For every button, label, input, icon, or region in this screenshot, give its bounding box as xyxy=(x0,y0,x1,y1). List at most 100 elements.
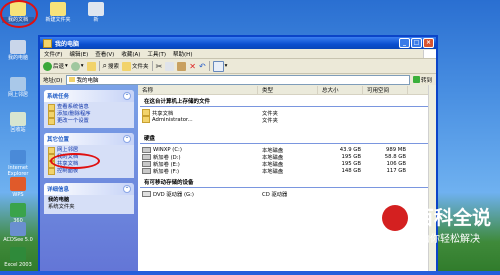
toolbar: 后退 ▾ ▾ ⌕ 搜索 文件夹 ✂ ✕ ↶ ▾ xyxy=(40,59,436,74)
watermark-subtitle: 助你轻松解决 xyxy=(420,234,480,245)
menu-bar: 文件(F) 编辑(E) 查看(V) 收藏(A) 工具(T) 帮助(H) xyxy=(40,49,436,59)
group-header-hard-drives: 硬盘 xyxy=(140,133,434,144)
up-button[interactable] xyxy=(86,61,96,71)
highlight-ellipse xyxy=(0,0,38,28)
desktop-icon-excel[interactable]: Excel 2003 xyxy=(2,247,34,268)
address-input[interactable]: 我的电脑 xyxy=(65,74,410,85)
other-places-panel: 其它位置 ^ 网上邻居 我的文档 共享文档 控制面板 xyxy=(44,133,134,178)
go-button[interactable]: 转到 xyxy=(412,76,432,84)
close-button[interactable]: × xyxy=(423,38,434,48)
window-title: 我的电脑 xyxy=(55,40,80,48)
folder-icon xyxy=(50,2,66,16)
minimize-button[interactable]: _ xyxy=(399,38,410,48)
panel-header[interactable]: 其它位置 ^ xyxy=(44,133,134,145)
search-icon: ⌕ xyxy=(102,61,108,70)
column-free-space[interactable]: 可用空间 xyxy=(363,85,408,94)
menu-favorites[interactable]: 收藏(A) xyxy=(121,50,140,58)
menu-help[interactable]: 帮助(H) xyxy=(173,50,192,58)
collapse-icon[interactable]: ^ xyxy=(123,185,131,193)
internet-explorer-icon xyxy=(10,150,26,164)
paste-button[interactable] xyxy=(177,61,187,71)
details-name: 我的电脑 xyxy=(48,197,70,203)
place-network[interactable]: 网上邻居 xyxy=(48,147,130,154)
desktop-icon-ie[interactable]: Internet Explorer xyxy=(2,150,34,177)
computer-icon xyxy=(10,40,26,54)
delete-button[interactable]: ✕ xyxy=(189,62,196,71)
watermark: 百科全说 助你轻松解决 xyxy=(380,195,498,255)
column-type[interactable]: 类型 xyxy=(258,85,318,94)
paste-icon xyxy=(177,61,187,71)
column-name[interactable]: 名称 xyxy=(138,85,258,94)
address-label: 地址(D) xyxy=(43,77,63,84)
collapse-icon[interactable]: ^ xyxy=(123,92,131,100)
cut-button[interactable]: ✂ xyxy=(156,62,163,71)
menu-tools[interactable]: 工具(T) xyxy=(147,50,166,58)
desktop-icon-new[interactable]: 新 xyxy=(80,2,112,23)
column-headers: 名称 类型 总大小 可用空间 xyxy=(138,85,436,95)
column-total-size[interactable]: 总大小 xyxy=(318,85,363,94)
wps-icon xyxy=(10,177,26,191)
list-item[interactable]: 新加卷 (F:) 本地磁盘 148 GB 117 GB xyxy=(138,167,436,175)
folder-icon xyxy=(142,116,150,123)
back-arrow-icon xyxy=(43,61,52,71)
chevron-down-icon: ▾ xyxy=(224,63,228,69)
explorer-window: 我的电脑 _ □ × 文件(F) 编辑(E) 查看(V) 收藏(A) 工具(T)… xyxy=(38,35,438,275)
taskbar[interactable] xyxy=(0,271,500,275)
system-tasks-panel: 系统任务 ^ 查看系统信息 添加/删除程序 更改一个设置 xyxy=(44,90,134,128)
search-button[interactable]: ⌕ 搜索 xyxy=(103,61,120,71)
scissors-icon: ✂ xyxy=(155,61,163,71)
desktop-icon-wps[interactable]: WPS xyxy=(2,177,34,198)
title-bar[interactable]: 我的电脑 _ □ × xyxy=(40,37,436,49)
desktop-icon-recycle-bin[interactable]: 回收站 xyxy=(2,112,34,133)
views-button[interactable]: ▾ xyxy=(212,60,228,72)
folder-up-icon xyxy=(86,61,96,71)
toolbar-divider xyxy=(151,61,153,71)
task-view-system-info[interactable]: 查看系统信息 xyxy=(48,104,130,111)
back-button[interactable]: 后退 ▾ xyxy=(43,61,68,71)
file-icon xyxy=(88,2,104,16)
network-icon xyxy=(48,147,55,154)
copy-icon xyxy=(165,61,175,71)
folder-icon xyxy=(142,109,150,116)
panel-header[interactable]: 详细信息 ^ xyxy=(44,183,134,195)
computer-icon xyxy=(68,77,75,82)
copy-button[interactable] xyxy=(165,61,175,71)
toolbar-divider xyxy=(98,61,100,71)
info-icon xyxy=(48,104,55,111)
dvd-drive-icon xyxy=(142,190,151,197)
list-item[interactable]: Administrator... 文件夹 xyxy=(138,116,436,124)
task-pane: 系统任务 ^ 查看系统信息 添加/删除程序 更改一个设置 其它位置 ^ 网上邻居 我… xyxy=(40,85,138,275)
desktop-icon-network[interactable]: 网上邻居 xyxy=(2,77,34,98)
baike-logo-icon xyxy=(382,205,408,231)
programs-icon xyxy=(48,111,55,118)
menu-file[interactable]: 文件(F) xyxy=(44,50,62,58)
forward-button[interactable]: ▾ xyxy=(70,61,84,71)
content-area: 系统任务 ^ 查看系统信息 添加/删除程序 更改一个设置 其它位置 ^ 网上邻居 我… xyxy=(40,85,436,275)
task-change-setting[interactable]: 更改一个设置 xyxy=(48,118,130,125)
maximize-button[interactable]: □ xyxy=(411,38,422,48)
menu-edit[interactable]: 编辑(E) xyxy=(69,50,88,58)
views-icon xyxy=(212,60,224,72)
network-icon xyxy=(10,77,26,91)
folders-button[interactable]: 文件夹 xyxy=(122,61,149,71)
hard-drive-icon xyxy=(142,167,151,174)
acdsee-icon xyxy=(10,222,26,236)
toolbar-divider xyxy=(208,61,210,71)
desktop-icon-360[interactable]: 360 xyxy=(2,203,34,224)
collapse-icon[interactable]: ^ xyxy=(123,135,131,143)
place-control-panel[interactable]: 控制面板 xyxy=(48,168,130,175)
menu-view[interactable]: 查看(V) xyxy=(95,50,114,58)
undo-button[interactable]: ↶ xyxy=(199,62,206,71)
watermark-title: 百科全说 xyxy=(415,207,492,229)
forward-arrow-icon xyxy=(70,61,80,71)
desktop-icon-my-computer[interactable]: 我的电脑 xyxy=(2,40,34,61)
panel-header[interactable]: 系统任务 ^ xyxy=(44,90,134,102)
settings-icon xyxy=(48,118,55,125)
chevron-down-icon: ▾ xyxy=(80,63,84,69)
task-add-remove-programs[interactable]: 添加/删除程序 xyxy=(48,111,130,118)
go-arrow-icon xyxy=(412,76,420,83)
desktop-icon-acdsee[interactable]: ACDSee 5.0 xyxy=(2,222,34,243)
desktop-icon-new-folder[interactable]: 新建文件夹 xyxy=(42,2,74,23)
undo-icon: ↶ xyxy=(198,61,206,71)
windows-logo-icon xyxy=(423,49,436,58)
